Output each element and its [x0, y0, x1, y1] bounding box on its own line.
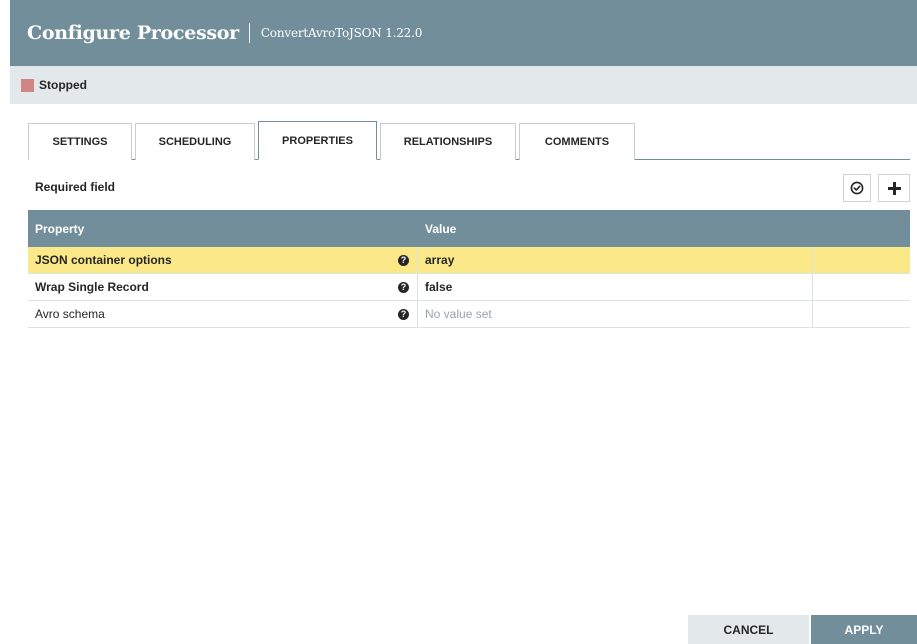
property-value-cell[interactable]: false: [418, 274, 813, 300]
plus-icon: [887, 181, 901, 195]
dialog-title: Configure Processor: [27, 22, 239, 44]
tab-bar: SETTINGS SCHEDULING PROPERTIES RELATIONS…: [28, 121, 638, 160]
add-property-button[interactable]: [878, 174, 910, 202]
property-name-cell: Wrap Single Record ?: [28, 274, 418, 300]
dialog-header: Configure Processor ConvertAvroToJSON 1.…: [10, 0, 917, 66]
cancel-button[interactable]: CANCEL: [688, 615, 809, 644]
property-name: JSON container options: [35, 253, 172, 267]
table-header: Property Value: [28, 210, 910, 247]
status-text: Stopped: [39, 78, 87, 92]
table-row[interactable]: JSON container options ? array: [28, 247, 910, 274]
property-name-cell: Avro schema ?: [28, 301, 418, 327]
check-circle-icon: [850, 181, 864, 195]
column-header-property[interactable]: Property: [28, 222, 418, 236]
table-row[interactable]: Wrap Single Record ? false: [28, 274, 910, 301]
help-icon[interactable]: ?: [398, 308, 409, 320]
tab-scheduling[interactable]: SCHEDULING: [135, 123, 255, 160]
tab-settings[interactable]: SETTINGS: [28, 123, 132, 160]
status-bar: Stopped: [10, 66, 917, 104]
row-actions-cell: [813, 247, 910, 273]
property-name: Avro schema: [35, 307, 105, 321]
help-icon[interactable]: ?: [398, 281, 409, 293]
property-value: false: [425, 280, 453, 294]
table-row[interactable]: Avro schema ? No value set: [28, 301, 910, 328]
property-value-cell[interactable]: No value set: [418, 301, 813, 327]
help-icon[interactable]: ?: [398, 254, 409, 266]
stopped-icon: [21, 78, 34, 92]
property-name: Wrap Single Record: [35, 280, 149, 294]
apply-button[interactable]: APPLY: [811, 615, 917, 644]
required-field-label: Required field: [35, 180, 116, 194]
property-value: No value set: [425, 307, 492, 321]
property-value-cell[interactable]: array: [418, 247, 813, 273]
row-actions-cell: [813, 301, 910, 327]
property-value: array: [425, 253, 455, 267]
tab-comments[interactable]: COMMENTS: [519, 123, 635, 160]
tab-relationships[interactable]: RELATIONSHIPS: [380, 123, 516, 160]
property-name-cell: JSON container options ?: [28, 247, 418, 273]
tab-properties[interactable]: PROPERTIES: [258, 121, 377, 160]
column-header-value[interactable]: Value: [418, 222, 456, 236]
properties-table: Property Value JSON container options ? …: [28, 210, 910, 328]
title-separator: [248, 23, 250, 43]
verify-properties-button[interactable]: [843, 174, 871, 202]
row-actions-cell: [813, 274, 910, 300]
processor-type: ConvertAvroToJSON 1.22.0: [260, 26, 423, 40]
